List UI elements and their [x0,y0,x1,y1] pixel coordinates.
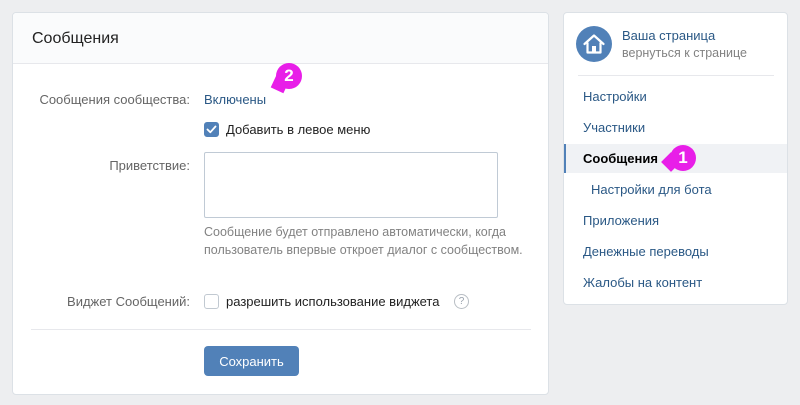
divider [31,329,531,330]
greeting-label: Приветствие: [109,158,190,173]
save-button[interactable]: Сохранить [204,346,299,376]
annotation-marker-2: 2 [276,63,302,89]
check-icon [206,125,217,134]
community-messages-status-link[interactable]: Включены [204,92,266,107]
widget-checkbox-label[interactable]: разрешить использование виджета [226,294,439,309]
sidebar-item-apps[interactable]: Приложения [564,206,787,235]
avatar [576,26,612,62]
annotation-marker-1: 1 [670,145,696,171]
add-to-left-menu-checkbox[interactable] [204,122,219,137]
add-to-left-menu-label[interactable]: Добавить в левое меню [226,122,370,137]
sidebar-item-settings[interactable]: Настройки [564,82,787,111]
sidebar-page-title[interactable]: Ваша страница [622,28,715,43]
widget-checkbox[interactable] [204,294,219,309]
greeting-hint: Сообщение будет отправлено автоматически… [204,225,523,257]
widget-label: Виджет Сообщений: [67,294,190,309]
community-messages-label: Сообщения сообщества: [39,92,190,107]
panel-title: Сообщения [13,13,548,64]
sidebar-page-link[interactable]: Ваша страница вернуться к странице [564,13,787,75]
greeting-textarea[interactable] [204,152,498,218]
sidebar-page-subtitle: вернуться к странице [622,46,747,60]
help-icon[interactable]: ? [454,294,469,309]
sidebar-divider [578,75,774,76]
sidebar-item-bot-settings[interactable]: Настройки для бота [564,175,787,204]
sidebar-item-content-reports[interactable]: Жалобы на контент [564,268,787,297]
sidebar-item-members[interactable]: Участники [564,113,787,142]
sidebar-item-money-transfers[interactable]: Денежные переводы [564,237,787,266]
home-icon [583,34,605,54]
